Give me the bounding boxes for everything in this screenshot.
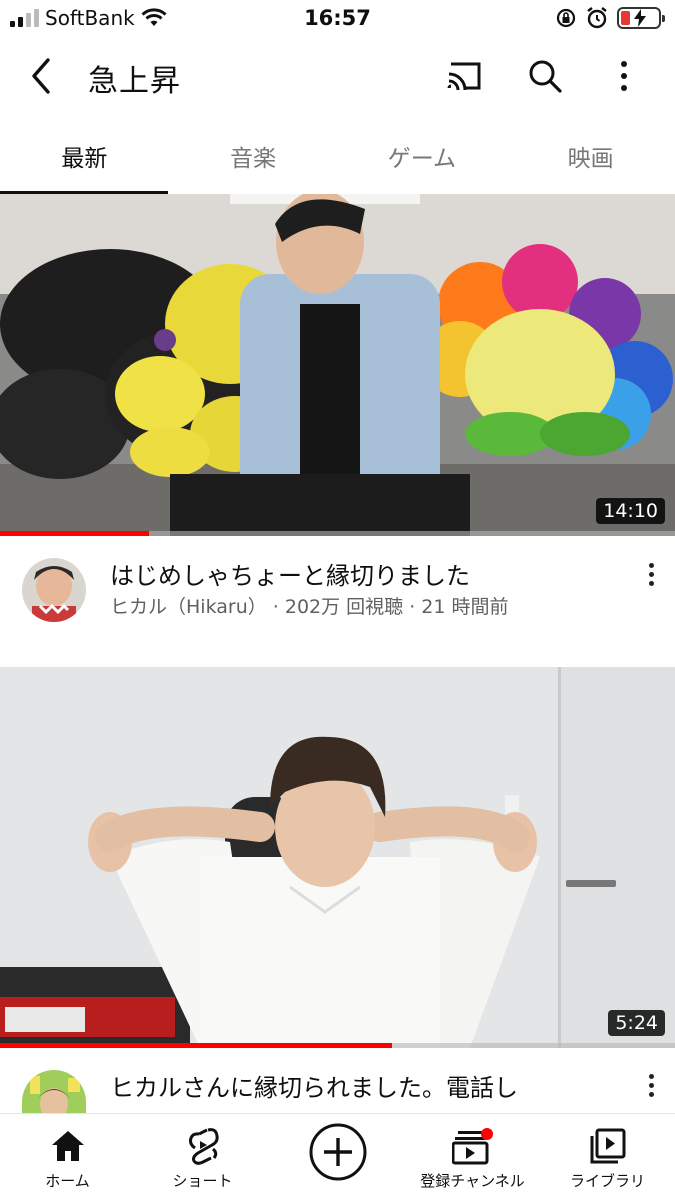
video-title[interactable]: はじめしゃちょーと縁切りました: [110, 556, 610, 591]
tab-movies[interactable]: 映画: [506, 118, 675, 194]
nav-home[interactable]: ホーム: [0, 1114, 135, 1200]
channel-avatar[interactable]: [22, 1070, 86, 1114]
subscriptions-icon: [451, 1128, 493, 1165]
nav-create[interactable]: [270, 1114, 405, 1200]
channel-name[interactable]: ヒカル（Hikaru）: [110, 596, 267, 618]
video-thumbnail[interactable]: 5:24: [0, 667, 675, 1048]
search-icon: [529, 60, 562, 93]
orientation-lock-icon: [556, 8, 576, 28]
status-bar: SoftBank 16:57: [0, 0, 675, 40]
page-title: 急上昇: [88, 64, 181, 99]
video-menu-button[interactable]: [641, 1067, 661, 1103]
back-button[interactable]: [22, 54, 62, 98]
more-options-button[interactable]: [602, 54, 646, 98]
battery-icon: [617, 7, 665, 29]
channel-avatar[interactable]: [22, 558, 86, 622]
watch-progress-bar: [0, 1043, 392, 1048]
library-icon: [590, 1128, 625, 1164]
thumbnail-image: [0, 194, 675, 536]
search-button[interactable]: [523, 54, 567, 98]
video-menu-button[interactable]: [641, 556, 661, 592]
category-tabs: 最新 音楽 ゲーム 映画: [0, 118, 675, 194]
nav-label: ホーム: [45, 1172, 90, 1190]
bottom-navigation: ホーム ショート 登録チャンネル ライブラリ: [0, 1113, 675, 1200]
app-header: 急上昇: [0, 40, 675, 115]
video-meta: ヒカル（Hikaru） · 202万 回視聴 · 21 時間前: [110, 592, 509, 619]
thumbnail-image: [0, 667, 675, 1048]
cast-icon: [447, 62, 481, 91]
create-plus-icon: [309, 1123, 366, 1181]
duration-badge: 5:24: [608, 1010, 665, 1036]
more-vert-icon: [621, 61, 627, 91]
nav-subscriptions[interactable]: 登録チャンネル: [405, 1114, 540, 1200]
nav-library[interactable]: ライブラリ: [540, 1114, 675, 1200]
video-thumbnail[interactable]: 14:10: [0, 194, 675, 536]
nav-shorts[interactable]: ショート: [135, 1114, 270, 1200]
home-icon: [51, 1131, 84, 1161]
shorts-icon: [188, 1128, 219, 1165]
tab-music[interactable]: 音楽: [169, 118, 338, 194]
watch-progress-bar: [0, 531, 149, 536]
cast-button[interactable]: [443, 54, 487, 98]
video-title[interactable]: ヒカルさんに縁切られました。電話し: [110, 1068, 610, 1103]
nav-label: ライブラリ: [569, 1172, 645, 1190]
views-age: · 202万 回視聴 · 21 時間前: [266, 596, 509, 618]
nav-label: 登録チャンネル: [420, 1172, 525, 1190]
alarm-icon: [587, 7, 607, 29]
tab-latest[interactable]: 最新: [0, 118, 169, 194]
back-icon: [32, 58, 50, 94]
nav-label: ショート: [172, 1172, 233, 1190]
tab-gaming[interactable]: ゲーム: [338, 118, 507, 194]
duration-badge: 14:10: [596, 498, 665, 524]
